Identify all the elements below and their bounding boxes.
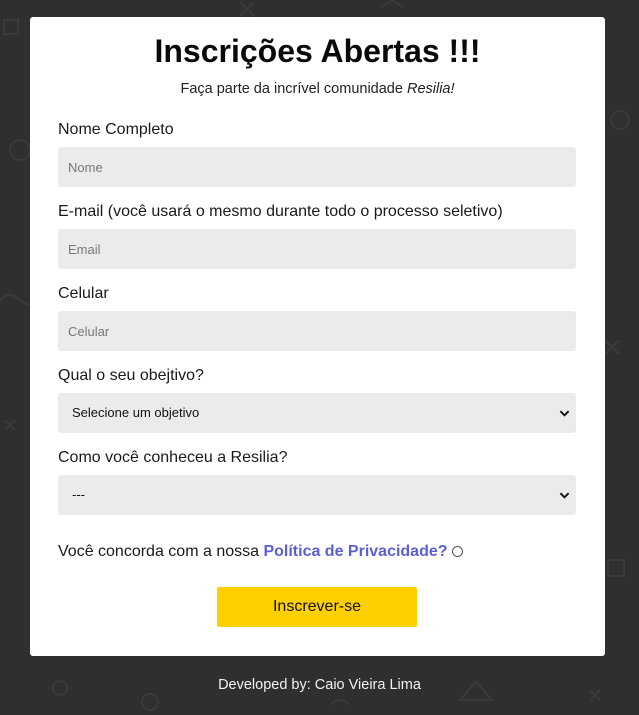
phone-input[interactable]: [58, 311, 576, 351]
page-title: Inscrições Abertas !!!: [154, 33, 481, 69]
name-label: Nome Completo: [58, 121, 174, 138]
privacy-policy-link[interactable]: Política de Privacidade?: [263, 543, 447, 560]
phone-label: Celular: [58, 285, 109, 302]
privacy-consent-radio[interactable]: [451, 546, 463, 557]
source-select[interactable]: ---: [58, 475, 576, 515]
objective-select[interactable]: Selecione um objetivo: [58, 393, 576, 433]
privacy-consent: Você concorda com a nossa Política de Pr…: [58, 542, 463, 562]
chevron-down-icon: [559, 410, 570, 417]
source-selected-value: ---: [72, 487, 85, 502]
name-input[interactable]: [58, 147, 576, 187]
objective-selected-value: Selecione um objetivo: [72, 405, 200, 420]
chevron-down-icon: [559, 492, 570, 499]
subtitle: Faça parte da incrível comunidade Resili…: [30, 80, 605, 98]
signup-card: Inscrições Abertas !!! Faça parte da inc…: [30, 17, 605, 656]
email-input[interactable]: [58, 229, 576, 269]
privacy-text: Você concorda com a nossa: [58, 543, 264, 560]
objective-label: Qual o seu obejtivo?: [58, 367, 204, 384]
source-label: Como você conheceu a Resilia?: [58, 449, 288, 466]
subtitle-text: Faça parte da incrível comunidade: [180, 81, 407, 97]
email-label: E-mail (você usará o mesmo durante todo …: [58, 203, 503, 220]
subtitle-brand: Resilia!: [406, 81, 455, 97]
submit-button[interactable]: Inscrever-se: [217, 587, 417, 627]
footer-credit: Developed by: Caio Vieira Lima: [218, 677, 421, 693]
